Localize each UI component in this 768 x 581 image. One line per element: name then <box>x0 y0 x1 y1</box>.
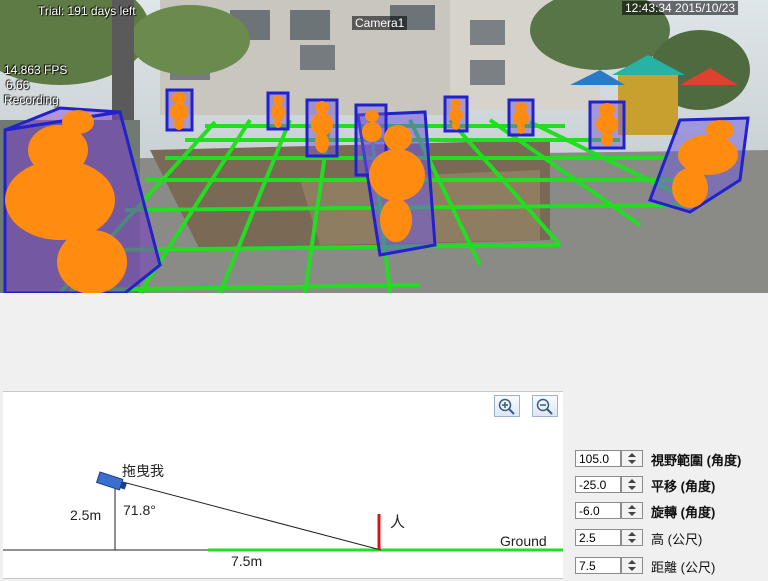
spin-up-icon[interactable] <box>628 532 636 536</box>
spin-down-icon[interactable] <box>628 460 636 464</box>
rotate-spinner[interactable] <box>621 502 643 519</box>
recording-status: Recording <box>4 93 59 107</box>
spin-down-icon[interactable] <box>628 539 636 543</box>
zoom-in-button[interactable] <box>494 395 520 417</box>
distance-setting-label: 距離 (公尺) <box>651 560 716 575</box>
count-readout: 6.66 <box>6 78 30 92</box>
settings-panel: 105.0 視野範圍 (角度) -25.0 平移 (角度) -6.0 旋轉 (角… <box>573 443 768 581</box>
spin-up-icon[interactable] <box>628 505 636 509</box>
camera-view[interactable]: Trial: 191 days left Camera1 12:43:34 20… <box>0 0 768 293</box>
camera-scene <box>0 0 768 293</box>
camera-name-label: Camera1 <box>352 16 408 30</box>
distance-spinner[interactable] <box>621 557 643 574</box>
person-label: 人 <box>390 514 406 531</box>
diagram-canvas <box>3 471 563 552</box>
empty-area <box>0 293 768 389</box>
fov-input[interactable]: 105.0 <box>575 450 621 467</box>
setting-row-fov: 105.0 視野範圍 (角度) <box>573 447 768 469</box>
pan-spinner[interactable] <box>621 476 643 493</box>
pan-label: 平移 (角度) <box>651 479 716 494</box>
spin-up-icon[interactable] <box>628 479 636 483</box>
zoom-out-button[interactable] <box>532 395 558 417</box>
setting-row-rotate: -6.0 旋轉 (角度) <box>573 499 768 521</box>
trial-text: Trial: 191 days left <box>38 4 136 18</box>
rotate-label: 旋轉 (角度) <box>651 505 716 520</box>
distance-label: 7.5m <box>231 553 263 569</box>
spin-up-icon[interactable] <box>628 453 636 457</box>
fov-spinner[interactable] <box>621 450 643 467</box>
rotate-input[interactable]: -6.0 <box>575 502 621 519</box>
spin-down-icon[interactable] <box>628 486 636 490</box>
spin-down-icon[interactable] <box>628 512 636 516</box>
setting-row-distance: 7.5 距離 (公尺) <box>573 554 768 576</box>
setting-row-height: 2.5 高 (公尺) <box>573 526 768 548</box>
height-spinner[interactable] <box>621 529 643 546</box>
setting-row-pan: -25.0 平移 (角度) <box>573 473 768 495</box>
ground-label: Ground <box>500 533 547 549</box>
height-label: 2.5m <box>70 507 102 523</box>
spin-up-icon[interactable] <box>628 560 636 564</box>
fov-label: 視野範圍 (角度) <box>651 453 742 468</box>
calibration-diagram[interactable]: 拖曳我 2.5m 71.8° 人 Ground 7.5m <box>3 391 563 579</box>
zoom-out-icon <box>536 398 553 415</box>
fps-readout: 14.863 FPS <box>4 63 68 77</box>
distance-input[interactable]: 7.5 <box>575 557 621 574</box>
height-setting-label: 高 (公尺) <box>651 532 703 547</box>
spin-down-icon[interactable] <box>628 567 636 571</box>
camera-drag-label[interactable]: 拖曳我 <box>122 461 164 481</box>
pan-input[interactable]: -25.0 <box>575 476 621 493</box>
angle-label: 71.8° <box>123 502 156 518</box>
zoom-in-icon <box>498 398 515 415</box>
timestamp: 12:43:34 2015/10/23 <box>622 1 739 15</box>
height-input[interactable]: 2.5 <box>575 529 621 546</box>
